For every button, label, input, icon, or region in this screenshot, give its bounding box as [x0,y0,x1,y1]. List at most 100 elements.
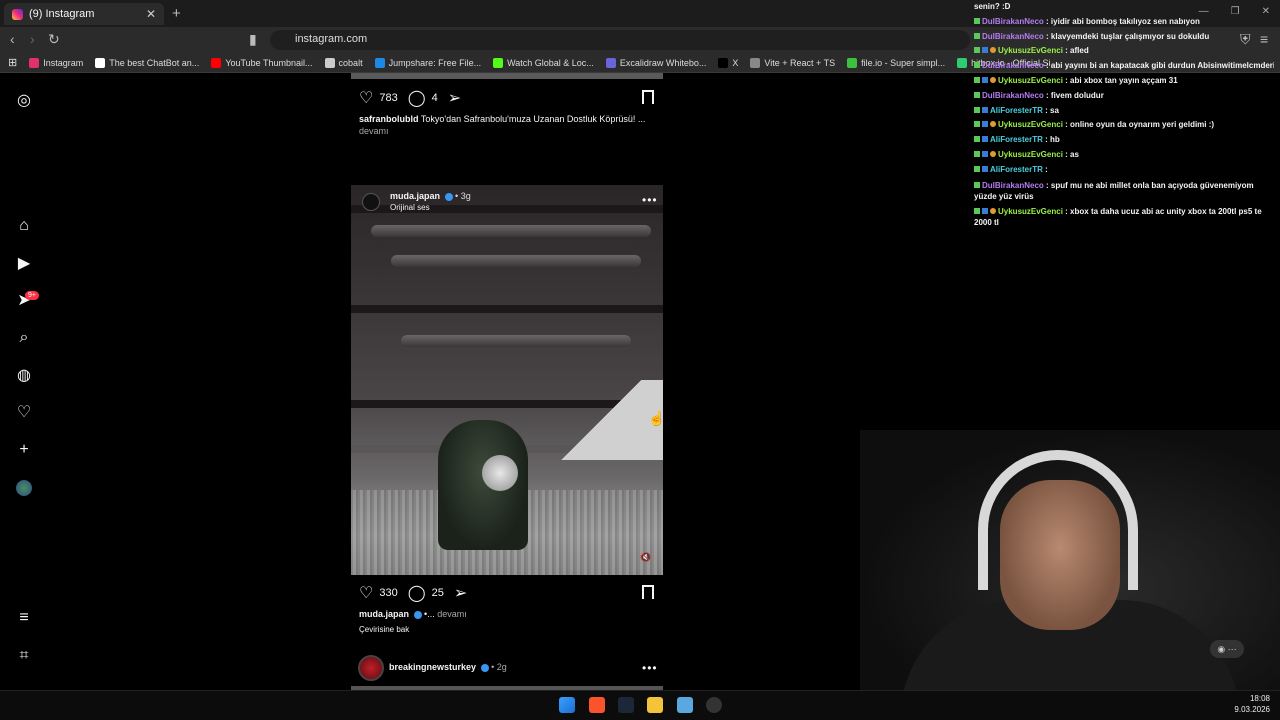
chat-username[interactable]: DulBirakanNeco [982,61,1044,70]
bookmark-item[interactable]: The best ChatBot an... [95,57,199,68]
remote-desktop-icon[interactable] [677,697,693,713]
reels-icon[interactable]: ▶ [15,255,33,273]
chat-username[interactable]: DulBirakanNeco [982,181,1044,190]
instagram-sidebar: ◎ ⌂ ▶ ➤ ⌕ ◍ ♡ + ≡ ⌗ [0,73,48,690]
chat-username[interactable]: UykusuzEvGenci [998,120,1063,129]
chat-username[interactable]: AliForesterTR [990,135,1043,144]
post2-caption-user[interactable]: muda.japan [359,609,409,619]
profile-avatar[interactable] [16,480,32,496]
post3-avatar[interactable] [358,655,384,681]
chat-badge-icon [974,165,980,172]
post3-username[interactable]: breakingnewsturkey [389,662,476,672]
post1-username[interactable]: safranbolubld [359,114,419,124]
apps-icon[interactable]: ⊞ [8,56,17,69]
save-icon[interactable] [642,90,654,104]
comment-icon[interactable]: ◯ [408,88,426,108]
more-menu-icon[interactable]: ≡ [15,609,33,627]
chat-badge-icon [990,76,996,83]
save-icon[interactable] [642,585,654,599]
chat-message: UykusuzEvGenci : xbox ta daha ucuz abi a… [974,204,1274,230]
chat-badge-icon [990,47,996,54]
stream-chat-overlay: senin? :D DulBirakanNeco : iyidir abi bom… [974,0,1274,230]
search-icon[interactable]: ⌕ [15,329,33,347]
verified-icon [444,192,453,201]
post2-username[interactable]: muda.japan [390,191,440,201]
chat-username[interactable]: DulBirakanNeco [982,32,1044,41]
chat-username[interactable]: AliForesterTR [990,106,1043,115]
obs-icon[interactable] [706,697,722,713]
chat-badge-icon [982,106,988,113]
chat-username[interactable]: UykusuzEvGenci [998,207,1063,216]
post1-actions: ♡ 783 ◯ 4 ➢ [359,88,461,108]
bookmark-favicon-icon [324,57,335,68]
chat-text: : klavyemdeki tuşlar çalışmıyor su dokul… [1046,31,1210,41]
chat-username[interactable]: UykusuzEvGenci [998,46,1063,55]
mute-icon[interactable]: 🔇 [640,552,652,564]
post2-options-icon[interactable]: ••• [642,193,658,207]
windows-start-icon[interactable] [559,697,575,713]
chat-text: : online oyun da oynarım yeri geldimi :) [1065,120,1215,130]
chat-username[interactable]: UykusuzEvGenci [998,150,1063,159]
post2-more-link[interactable]: devamı [437,609,467,619]
comment-icon[interactable]: ◯ [408,583,426,603]
reload-icon[interactable]: ↻ [48,31,60,48]
tab-instagram[interactable]: (9) Instagram ✕ [4,3,164,25]
chat-username[interactable]: AliForesterTR [990,165,1043,174]
brave-browser-icon[interactable] [589,697,605,713]
bookmark-item[interactable]: Excalidraw Whitebo... [605,57,706,68]
bookmark-item[interactable]: Vite + React + TS [750,57,835,68]
post2-caption: muda.japan •... devamı [359,609,467,619]
chat-username[interactable]: UykusuzEvGenci [998,76,1063,85]
post1-more-link[interactable]: devamı [359,126,389,136]
chat-username[interactable]: DulBirakanNeco [982,91,1044,100]
bookmark-item[interactable]: X [718,57,738,68]
bookmark-page-icon[interactable]: ▮ [249,31,257,48]
share-icon[interactable]: ➢ [448,88,461,108]
windows-taskbar [0,690,1280,720]
file-explorer-icon[interactable] [647,697,663,713]
chat-text: : afled [1065,46,1089,56]
video-bag [482,455,518,491]
threads-icon[interactable]: ⌗ [15,647,33,665]
instagram-logo-icon[interactable]: ◎ [15,92,33,110]
bookmark-item[interactable]: Instagram [29,57,83,68]
chat-badge-icon [990,207,996,214]
post2-likes: 330 [379,587,398,599]
post2-audio[interactable]: Orijinal ses [390,203,430,212]
chat-message: UykusuzEvGenci : online oyun da oynarım … [974,118,1274,133]
new-tab-button[interactable]: + [172,5,181,22]
steam-icon[interactable] [618,697,634,713]
create-icon[interactable]: + [15,441,33,459]
headset-shape [978,450,1138,590]
chat-text: : abi xbox tan yayın aççam 31 [1065,75,1178,85]
chat-message: AliForesterTR : sa [974,104,1274,119]
address-bar[interactable]: instagram.com [270,30,970,50]
like-icon[interactable]: ♡ [359,583,373,603]
share-icon[interactable]: ➢ [454,583,467,603]
tab-close-button[interactable]: ✕ [146,7,156,21]
bookmark-item[interactable]: Jumpshare: Free File... [374,57,481,68]
verified-icon [413,610,422,619]
notifications-heart-icon[interactable]: ♡ [15,404,33,422]
like-icon[interactable]: ♡ [359,88,373,108]
bookmark-item[interactable]: cobalt [324,57,363,68]
post3-options-icon[interactable]: ••• [642,661,658,675]
video-person [438,420,528,550]
chat-username[interactable]: DulBirakanNeco [982,17,1044,26]
post1-caption: safranbolubld Tokyo'dan Safranbolu'muza … [359,114,659,124]
explore-icon[interactable]: ◍ [15,367,33,385]
chat-text: : hb [1045,135,1060,145]
chat-message: UykusuzEvGenci : afled [974,44,1274,59]
chat-message: UykusuzEvGenci : as [974,148,1274,163]
bookmark-favicon-icon [957,57,968,68]
chat-text: : fivem doludur [1046,90,1104,100]
back-icon[interactable]: ‹ [10,31,15,47]
bookmark-item[interactable]: Watch Global & Loc... [493,57,594,68]
chat-badge-icon [982,121,988,128]
forward-icon[interactable]: › [30,31,35,47]
bookmark-item[interactable]: YouTube Thumbnail... [211,57,313,68]
home-icon[interactable]: ⌂ [15,217,33,235]
post2-translate-link[interactable]: Çevirisine bak [359,625,409,634]
bookmark-item[interactable]: file.io - Super simpl... [847,57,945,68]
post2-avatar[interactable] [362,193,380,211]
